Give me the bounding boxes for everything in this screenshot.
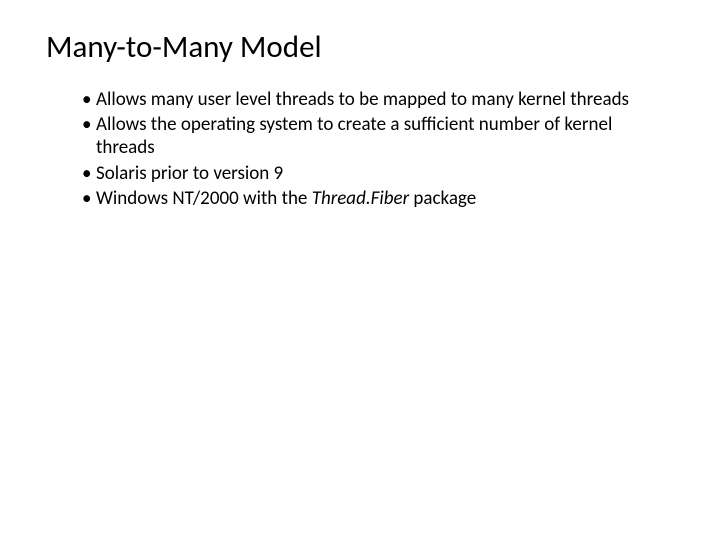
bullet-list: Allows many user level threads to be map… bbox=[82, 88, 642, 210]
slide-title: Many-to-Many Model bbox=[46, 28, 674, 66]
list-item: Solaris prior to version 9 bbox=[82, 162, 642, 185]
bullet-text-prefix: Windows NT/2000 with the bbox=[96, 187, 312, 210]
bullet-text: Allows many user level threads to be map… bbox=[96, 88, 629, 111]
bullet-text-italic: Thread.Fiber bbox=[312, 187, 409, 210]
list-item: Allows many user level threads to be map… bbox=[82, 88, 642, 111]
bullet-text: Allows the operating system to create a … bbox=[96, 113, 612, 159]
slide-body: Allows many user level threads to be map… bbox=[46, 88, 642, 210]
list-item: Windows NT/2000 with the Thread.Fiber pa… bbox=[82, 187, 642, 210]
bullet-text: Solaris prior to version 9 bbox=[96, 162, 283, 185]
slide: Many-to-Many Model Allows many user leve… bbox=[0, 0, 720, 540]
list-item: Allows the operating system to create a … bbox=[82, 113, 642, 159]
bullet-text-suffix: package bbox=[409, 187, 476, 210]
